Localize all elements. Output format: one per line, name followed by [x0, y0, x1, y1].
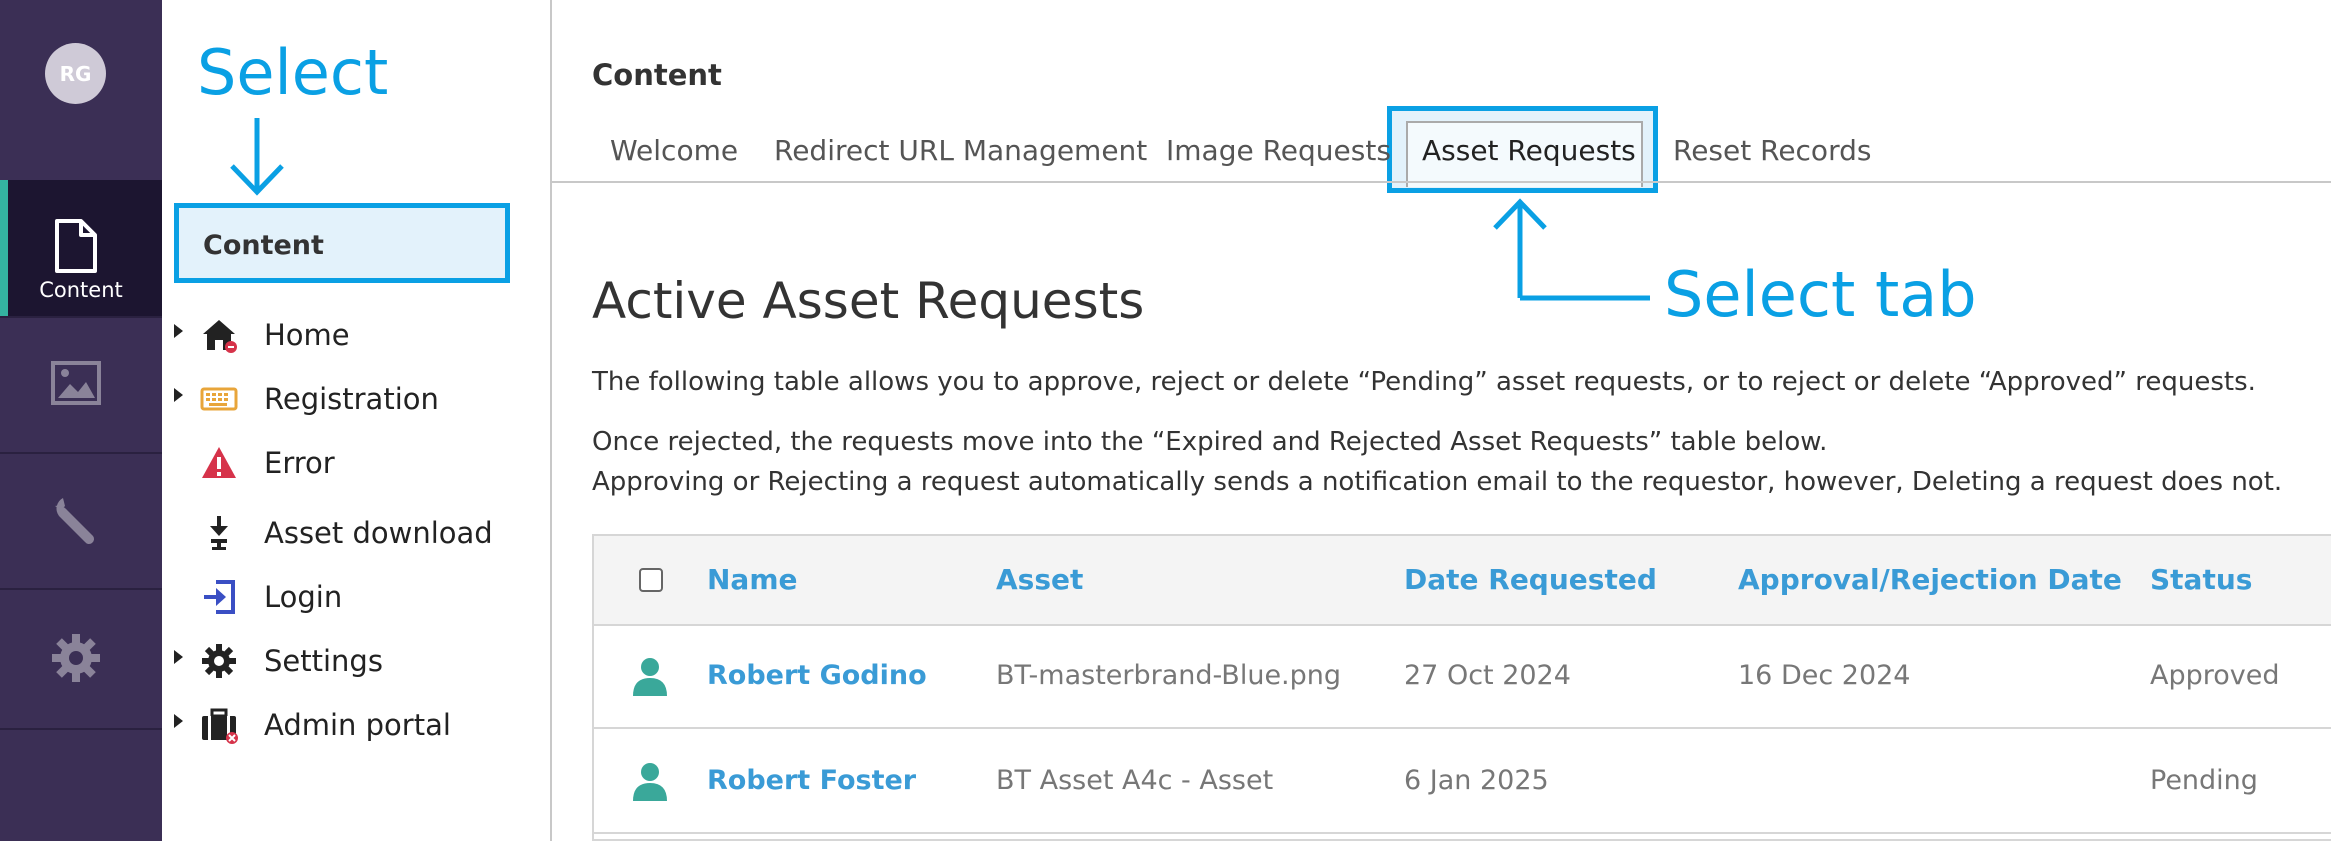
table-row[interactable]: Robert Foster BT Asset A4c - Asset 6 Jan…: [594, 729, 2331, 834]
tab-underline: [552, 181, 2331, 183]
column-header-asset[interactable]: Asset: [996, 563, 1083, 596]
document-icon: [55, 219, 97, 273]
tree-root-label: Content: [203, 230, 324, 261]
rail-user-slot: RG: [0, 0, 162, 182]
app-rail: RG Content: [0, 0, 162, 841]
expand-arrow-icon[interactable]: [174, 388, 183, 402]
select-all-checkbox[interactable]: [639, 568, 663, 592]
requester-name-link[interactable]: Robert Foster: [707, 765, 916, 796]
description-text: The following table allows you to approv…: [592, 367, 2256, 397]
date-requested: 27 Oct 2024: [1404, 660, 1571, 691]
user-icon: [633, 658, 667, 696]
tree-item-asset-download[interactable]: Asset download: [162, 508, 550, 558]
table-row[interactable]: Robert Godino BT-masterbrand-Blue.png 27…: [594, 624, 2331, 729]
status-text: Approved: [2150, 660, 2280, 691]
tree-item-label: Asset download: [264, 516, 493, 550]
status-text: Pending: [2150, 765, 2258, 796]
tree-item-label: Home: [264, 318, 350, 352]
expand-arrow-icon[interactable]: [174, 324, 183, 338]
tree-item-error[interactable]: Error: [162, 438, 550, 488]
asset-requests-table: Name Asset Date Requested Approval/Rejec…: [592, 534, 2331, 841]
expand-arrow-icon[interactable]: [174, 650, 183, 664]
column-header-approval-date[interactable]: Approval/Rejection Date: [1738, 563, 2122, 596]
warning-icon: [202, 447, 236, 478]
tree-item-settings[interactable]: Settings: [162, 636, 550, 686]
expand-arrow-icon[interactable]: [174, 714, 183, 728]
image-icon: [51, 361, 101, 405]
user-icon: [633, 763, 667, 801]
content-tree-panel: Select Content Home Registration Error A…: [162, 0, 550, 841]
tab-image-requests[interactable]: Image Requests: [1166, 134, 1391, 167]
briefcase-icon: [202, 708, 238, 744]
tree-item-content-selected[interactable]: Content: [174, 203, 510, 283]
gear-icon: [202, 644, 236, 678]
tree-item-label: Admin portal: [264, 708, 451, 742]
tab-reset-records[interactable]: Reset Records: [1673, 134, 1871, 167]
description-text: Once rejected, the requests move into th…: [592, 427, 1828, 457]
asset-name: BT-masterbrand-Blue.png: [996, 660, 1342, 691]
rail-item-tools[interactable]: [0, 452, 162, 590]
rail-label-content: Content: [39, 278, 123, 302]
tab-welcome[interactable]: Welcome: [610, 134, 738, 167]
panel-divider: [550, 0, 552, 841]
tree-item-login[interactable]: Login: [162, 572, 550, 622]
section-heading: Active Asset Requests: [592, 272, 1145, 330]
description-text: Approving or Rejecting a request automat…: [592, 467, 2283, 497]
download-icon: [210, 516, 228, 550]
user-avatar[interactable]: RG: [45, 43, 106, 104]
date-requested: 6 Jan 2025: [1404, 765, 1549, 796]
approval-date: 16 Dec 2024: [1738, 660, 1911, 691]
tab-redirect-url-management[interactable]: Redirect URL Management: [774, 134, 1147, 167]
column-header-status[interactable]: Status: [2150, 563, 2252, 596]
gear-icon: [52, 634, 100, 682]
table-header: Name Asset Date Requested Approval/Rejec…: [594, 536, 2331, 626]
requester-name-link[interactable]: Robert Godino: [707, 660, 927, 691]
tab-asset-requests[interactable]: Asset Requests: [1422, 134, 1636, 167]
column-header-date-requested[interactable]: Date Requested: [1404, 563, 1657, 596]
callout-select-tab: Select tab: [1664, 258, 1977, 331]
tree-item-registration[interactable]: Registration: [162, 374, 550, 424]
callout-arrow-down: [230, 118, 284, 196]
home-icon: [203, 320, 237, 353]
tree-item-label: Settings: [264, 644, 383, 678]
tree-item-label: Login: [264, 580, 343, 614]
tree-item-label: Registration: [264, 382, 439, 416]
page-title: Content: [592, 58, 722, 92]
column-header-name[interactable]: Name: [707, 563, 798, 596]
tree-item-label: Error: [264, 446, 335, 480]
tree-item-home[interactable]: Home: [162, 310, 550, 360]
callout-select: Select: [197, 36, 389, 109]
keyboard-icon: [200, 387, 238, 411]
rail-item-settings[interactable]: [0, 588, 162, 730]
rail-item-images[interactable]: [0, 316, 162, 454]
wrench-icon: [55, 498, 94, 544]
callout-arrow-up: [1493, 198, 1650, 301]
asset-name: BT Asset A4c - Asset: [996, 765, 1274, 796]
tree-item-admin-portal[interactable]: Admin portal: [162, 700, 550, 750]
login-icon: [204, 580, 235, 614]
